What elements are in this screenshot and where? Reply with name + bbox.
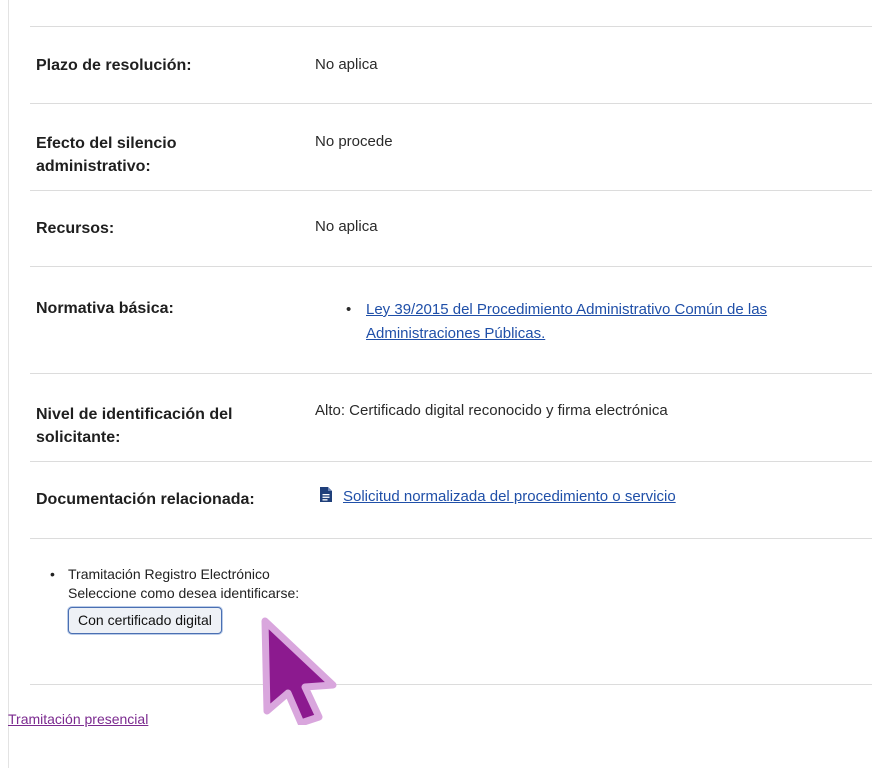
ley-39-2015-link[interactable]: Ley 39/2015 del Procedimiento Administra… <box>366 301 767 342</box>
row-divider <box>30 266 872 267</box>
ley-link-line1: Ley 39/2015 del Procedimiento Administra… <box>366 301 768 318</box>
recursos-value: No aplica <box>315 218 378 235</box>
document-icon <box>320 487 332 502</box>
row-divider <box>30 538 872 539</box>
normativa-label: Normativa básica: <box>36 300 174 317</box>
tramitacion-presencial-link[interactable]: Tramitación presencial <box>8 709 148 729</box>
solicitud-normalizada-link[interactable]: Solicitud normalizada del procedimiento … <box>343 486 676 508</box>
silencio-label-line2: administrativo: <box>36 158 151 175</box>
row-divider <box>30 26 872 27</box>
certificado-digital-button[interactable]: Con certificado digital <box>68 607 222 634</box>
plazo-value: No aplica <box>315 56 378 73</box>
normativa-list: Ley 39/2015 del Procedimiento Administra… <box>346 298 846 346</box>
normativa-item: Ley 39/2015 del Procedimiento Administra… <box>346 298 846 346</box>
identificacion-value: Alto: Certificado digital reconocido y f… <box>315 402 668 419</box>
identificacion-label-line1: Nivel de identificación del <box>36 406 233 423</box>
row-divider <box>30 190 872 191</box>
row-divider <box>30 684 872 685</box>
plazo-label: Plazo de resolución: <box>36 57 192 74</box>
left-border <box>8 0 9 768</box>
row-divider <box>30 103 872 104</box>
documentacion-label: Documentación relacionada: <box>36 491 255 508</box>
recursos-label: Recursos: <box>36 220 115 237</box>
identificacion-label: Nivel de identificación del solicitante: <box>36 403 233 449</box>
silencio-label-line1: Efecto del silencio <box>36 135 177 152</box>
identificacion-prompt: Seleccione como desea identificarse: <box>68 585 300 601</box>
row-divider <box>30 461 872 462</box>
pointer-cursor-icon <box>261 617 337 725</box>
row-divider <box>30 373 872 374</box>
silencio-label: Efecto del silencio administrativo: <box>36 132 176 178</box>
silencio-value: No procede <box>315 133 393 150</box>
tramitacion-title: Tramitación Registro Electrónico <box>68 566 270 582</box>
identificacion-label-line2: solicitante: <box>36 429 121 446</box>
ley-link-line2: Administraciones Públicas. <box>366 325 546 342</box>
